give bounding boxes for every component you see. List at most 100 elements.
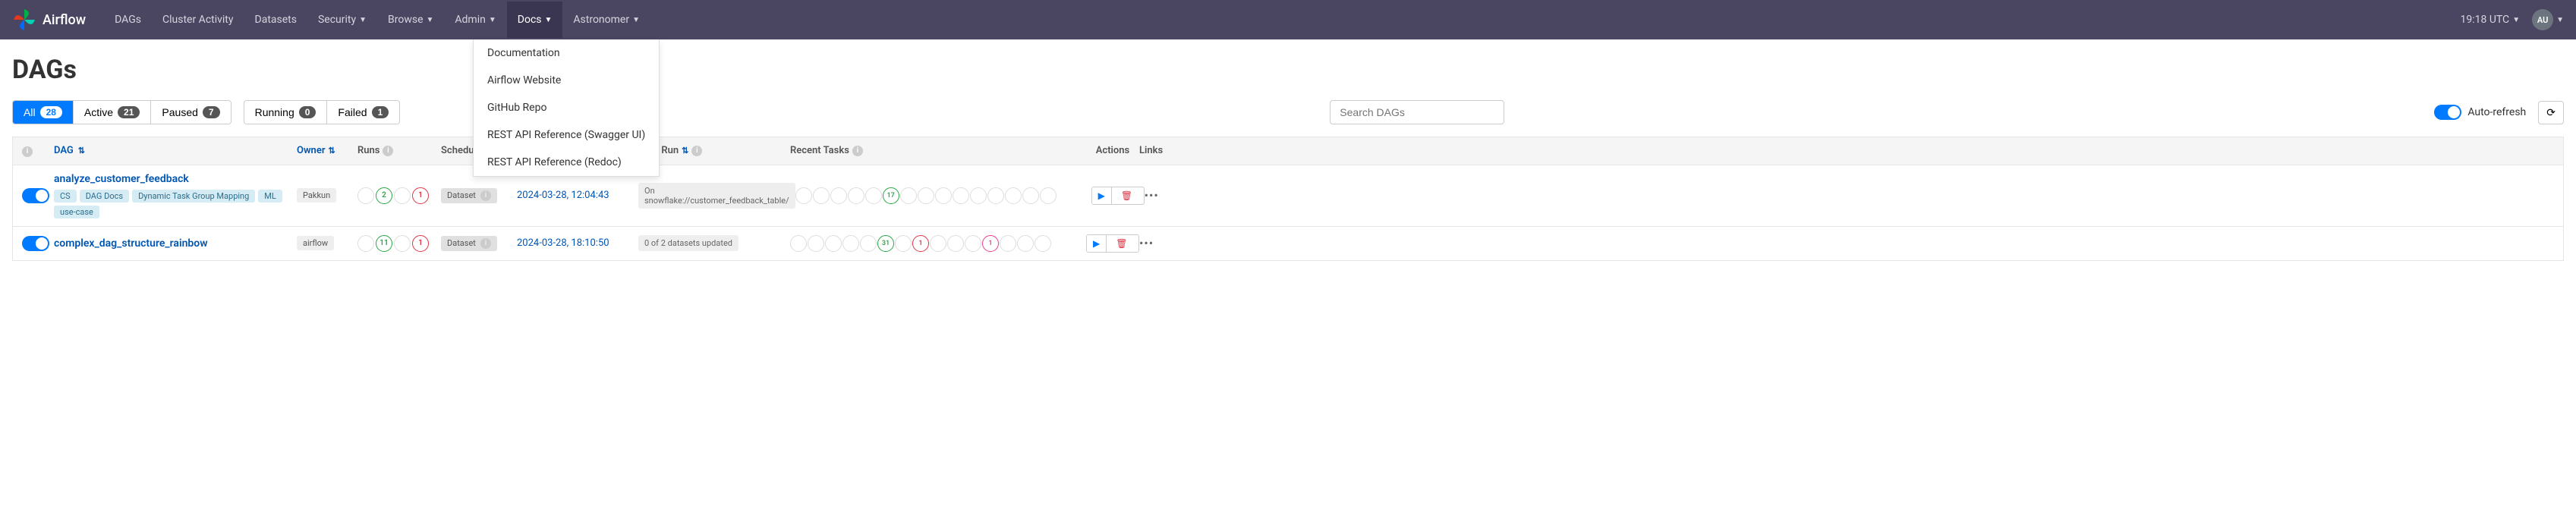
- run-circle[interactable]: [394, 187, 411, 204]
- dag-toggle[interactable]: [22, 236, 49, 251]
- task-circle[interactable]: [790, 235, 807, 252]
- schedule-badge[interactable]: Dataseti: [441, 236, 497, 251]
- page-title: DAGs: [12, 55, 2564, 85]
- task-circle-upstream[interactable]: 1: [982, 235, 999, 252]
- nav-admin[interactable]: Admin▼: [444, 2, 506, 38]
- tag[interactable]: CS: [54, 190, 77, 203]
- run-circle[interactable]: [394, 235, 411, 252]
- auto-refresh-toggle[interactable]: [2434, 105, 2461, 120]
- dag-name-link[interactable]: complex_dag_structure_rainbow: [54, 237, 208, 250]
- task-circle-success[interactable]: 17: [883, 187, 899, 204]
- run-circle-success[interactable]: 2: [376, 187, 392, 204]
- col-dag[interactable]: DAG⇅: [54, 145, 297, 156]
- filter-paused[interactable]: Paused7: [151, 101, 230, 124]
- col-owner[interactable]: Owner⇅: [297, 145, 357, 156]
- filter-all[interactable]: All28: [13, 101, 74, 124]
- run-circle-failed[interactable]: 1: [412, 187, 429, 204]
- task-circle[interactable]: [860, 235, 877, 252]
- tag[interactable]: Dynamic Task Group Mapping: [132, 190, 255, 203]
- tag[interactable]: DAG Docs: [80, 190, 129, 203]
- task-circle[interactable]: [1005, 187, 1022, 204]
- owner-label[interactable]: Pakkun: [297, 188, 336, 203]
- caret-down-icon: ▼: [427, 16, 434, 24]
- task-circle[interactable]: [865, 187, 882, 204]
- caret-down-icon: ▼: [2512, 16, 2520, 24]
- next-run-badge[interactable]: 0 of 2 datasets updated: [638, 235, 738, 251]
- search-input[interactable]: [1330, 100, 1504, 124]
- nav-dags[interactable]: DAGs: [104, 2, 152, 38]
- docs-redoc[interactable]: REST API Reference (Redoc): [474, 149, 659, 176]
- action-buttons: ▶ 🗑: [1091, 187, 1145, 205]
- task-circle[interactable]: [1000, 235, 1016, 252]
- tag[interactable]: use-case: [54, 206, 99, 218]
- task-circle[interactable]: [842, 235, 859, 252]
- run-circle[interactable]: [357, 187, 374, 204]
- dag-name-link[interactable]: analyze_customer_feedback: [54, 173, 189, 185]
- owner-label[interactable]: airflow: [297, 236, 334, 250]
- docs-documentation[interactable]: Documentation: [474, 39, 659, 67]
- task-circle[interactable]: [930, 235, 946, 252]
- sort-icon: ⇅: [329, 146, 335, 156]
- refresh-button[interactable]: ⟳: [2538, 101, 2564, 124]
- page-content: DAGs All28 Active21 Paused7 Running0 Fai…: [0, 39, 2576, 276]
- task-circle[interactable]: [947, 235, 964, 252]
- sort-icon: ⇅: [682, 146, 688, 156]
- task-circle[interactable]: [970, 187, 987, 204]
- delete-button[interactable]: 🗑: [1110, 235, 1133, 252]
- task-circle[interactable]: [935, 187, 952, 204]
- trigger-button[interactable]: ▶: [1092, 187, 1112, 204]
- user-menu[interactable]: AU ▼: [2532, 9, 2564, 30]
- time-display[interactable]: 19:18 UTC▼: [2460, 14, 2520, 26]
- task-circle[interactable]: [918, 187, 934, 204]
- auto-refresh-label: Auto-refresh: [2467, 106, 2526, 118]
- auto-refresh: Auto-refresh: [2434, 105, 2526, 120]
- caret-down-icon: ▼: [632, 16, 640, 24]
- caret-down-icon: ▼: [359, 16, 367, 24]
- last-run-link[interactable]: 2024-03-28, 12:04:43: [517, 190, 609, 201]
- nav-astronomer[interactable]: Astronomer▼: [562, 2, 650, 38]
- trigger-button[interactable]: ▶: [1087, 235, 1107, 252]
- task-circle[interactable]: [813, 187, 830, 204]
- nav-browse[interactable]: Browse▼: [377, 2, 444, 38]
- task-circle[interactable]: [1022, 187, 1039, 204]
- task-circle-success[interactable]: 31: [877, 235, 894, 252]
- delete-button[interactable]: 🗑: [1115, 187, 1138, 204]
- run-circle-failed[interactable]: 1: [412, 235, 429, 252]
- nav-docs[interactable]: Docs▼: [507, 2, 563, 38]
- task-circle[interactable]: [953, 187, 969, 204]
- filter-failed[interactable]: Failed1: [327, 101, 399, 124]
- run-circle[interactable]: [357, 235, 374, 252]
- next-run-badge[interactable]: On snowflake://customer_feedback_table/: [638, 183, 795, 209]
- dag-table: i DAG⇅ Owner⇅ Runs i Schedule Last Run ⇅…: [12, 137, 2564, 261]
- task-circle[interactable]: [900, 187, 917, 204]
- last-run-link[interactable]: 2024-03-28, 18:10:50: [517, 237, 609, 249]
- task-circle[interactable]: [825, 235, 842, 252]
- links-menu[interactable]: •••: [1139, 236, 1154, 250]
- nav-cluster-activity[interactable]: Cluster Activity: [152, 2, 244, 38]
- task-circle[interactable]: [808, 235, 824, 252]
- task-circle[interactable]: [965, 235, 981, 252]
- nav-security[interactable]: Security▼: [307, 2, 377, 38]
- task-circle[interactable]: [795, 187, 812, 204]
- logo[interactable]: Airflow: [12, 8, 86, 32]
- links-menu[interactable]: •••: [1145, 188, 1159, 203]
- tag[interactable]: ML: [258, 190, 282, 203]
- task-circle[interactable]: [1017, 235, 1034, 252]
- task-circle[interactable]: [895, 235, 912, 252]
- schedule-badge[interactable]: Dataseti: [441, 188, 497, 203]
- task-circle[interactable]: [987, 187, 1004, 204]
- task-circle-failed[interactable]: 1: [912, 235, 929, 252]
- docs-swagger[interactable]: REST API Reference (Swagger UI): [474, 121, 659, 149]
- task-circle[interactable]: [1034, 235, 1051, 252]
- task-circle[interactable]: [848, 187, 864, 204]
- docs-airflow-website[interactable]: Airflow Website: [474, 67, 659, 94]
- filter-running[interactable]: Running0: [244, 101, 328, 124]
- nav-datasets[interactable]: Datasets: [244, 2, 307, 38]
- task-circle[interactable]: [830, 187, 847, 204]
- run-circle-success[interactable]: 11: [376, 235, 392, 252]
- col-nextrun[interactable]: Next Run ⇅ i: [638, 145, 790, 156]
- filter-active[interactable]: Active21: [74, 101, 151, 124]
- task-circle[interactable]: [1040, 187, 1057, 204]
- docs-github-repo[interactable]: GitHub Repo: [474, 94, 659, 121]
- dag-toggle[interactable]: [22, 188, 49, 203]
